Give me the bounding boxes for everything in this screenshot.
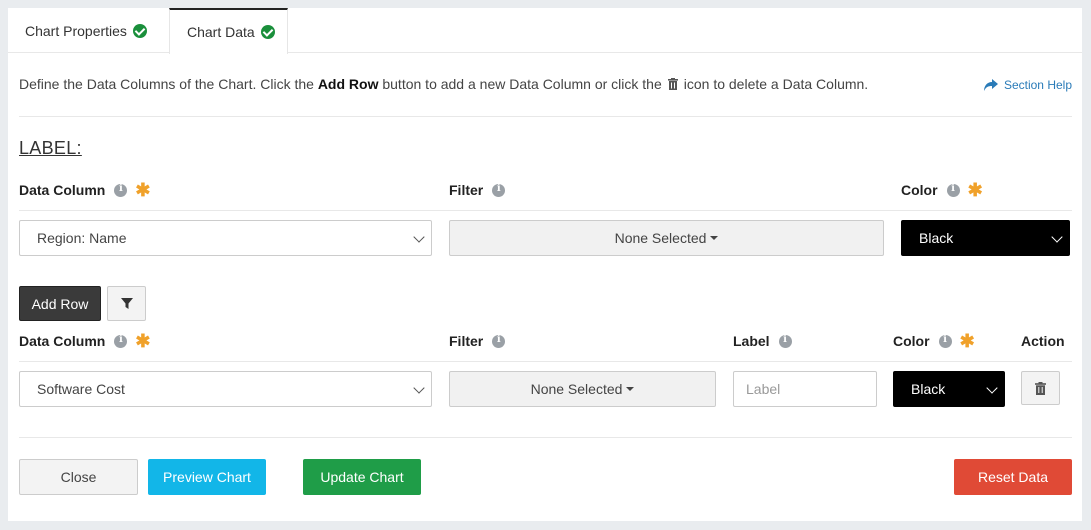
select-value: Region: Name — [37, 230, 127, 246]
close-button[interactable]: Close — [19, 459, 138, 495]
label-section-title: LABEL: — [19, 138, 82, 158]
label-data-column-select[interactable]: Region: Name — [19, 220, 432, 256]
info-icon[interactable] — [492, 183, 506, 197]
header-text: Color — [901, 182, 938, 198]
filter-button[interactable] — [107, 286, 146, 321]
info-icon[interactable] — [492, 334, 506, 348]
data-color-select[interactable]: Black — [893, 371, 1005, 407]
preview-chart-button[interactable]: Preview Chart — [148, 459, 266, 495]
data-label-header: Label — [733, 333, 792, 349]
data-filter-header: Filter — [449, 333, 506, 349]
required-asterisk-icon: ✱ — [135, 331, 151, 351]
data-filter-multiselect[interactable]: None Selected — [449, 371, 716, 407]
data-color-header: Color ✱ — [893, 331, 975, 351]
header-text: Action — [1021, 333, 1065, 349]
filter-icon — [120, 297, 133, 309]
intro-prefix: Define the Data Columns of the Chart. Cl… — [19, 76, 314, 92]
caret-down-icon — [710, 236, 719, 240]
required-asterisk-icon: ✱ — [135, 180, 151, 200]
trash-icon — [667, 78, 678, 90]
multiselect-value: None Selected — [530, 381, 623, 397]
divider — [19, 116, 1072, 117]
divider — [19, 361, 1072, 362]
required-asterisk-icon: ✱ — [959, 331, 975, 351]
tab-chart-properties[interactable]: Chart Properties — [8, 8, 169, 53]
tab-chart-data[interactable]: Chart Data — [169, 8, 288, 54]
chevron-down-icon — [986, 382, 998, 394]
info-icon[interactable] — [778, 334, 792, 348]
intro-suffix: icon to delete a Data Column. — [683, 76, 869, 92]
divider — [19, 437, 1072, 438]
label-input[interactable] — [733, 371, 877, 407]
intro-bold: Add Row — [317, 76, 379, 92]
select-value: Software Cost — [37, 381, 125, 397]
header-text: Filter — [449, 182, 484, 198]
tab-label: Chart Data — [187, 24, 255, 40]
data-column-header: Data Column ✱ — [19, 331, 151, 351]
check-circle-icon — [132, 23, 147, 38]
instructions-text: Define the Data Columns of the Chart. Cl… — [19, 76, 868, 92]
chevron-down-icon — [413, 382, 425, 394]
trash-icon — [1035, 381, 1046, 395]
intro-middle: button to add a new Data Column or click… — [382, 76, 662, 92]
select-value: Black — [919, 230, 954, 246]
section-help-link[interactable]: Section Help — [983, 78, 1072, 92]
reset-data-button[interactable]: Reset Data — [954, 459, 1072, 495]
header-text: Color — [893, 333, 930, 349]
delete-row-button[interactable] — [1021, 371, 1060, 405]
caret-down-icon — [626, 387, 635, 391]
data-action-header: Action — [1021, 333, 1065, 349]
label-filter-header: Filter — [449, 182, 506, 198]
header-text: Data Column — [19, 333, 106, 349]
section-help-label: Section Help — [1003, 78, 1072, 92]
info-icon[interactable] — [938, 334, 952, 348]
chevron-down-icon — [1051, 231, 1063, 243]
chevron-down-icon — [413, 231, 425, 243]
required-asterisk-icon: ✱ — [967, 180, 983, 200]
label-color-header: Color ✱ — [901, 180, 983, 200]
update-chart-button[interactable]: Update Chart — [303, 459, 421, 495]
label-data-column-header: Data Column ✱ — [19, 180, 151, 200]
chart-data-panel: Chart Properties Chart Data Define the D… — [8, 8, 1082, 521]
data-column-select[interactable]: Software Cost — [19, 371, 432, 407]
multiselect-value: None Selected — [614, 230, 707, 246]
add-row-button[interactable]: Add Row — [19, 286, 101, 321]
header-text: Filter — [449, 333, 484, 349]
info-icon[interactable] — [946, 183, 960, 197]
select-value: Black — [911, 381, 946, 397]
label-filter-multiselect[interactable]: None Selected — [449, 220, 884, 256]
label-color-select[interactable]: Black — [901, 220, 1070, 256]
tab-bar: Chart Properties Chart Data — [8, 8, 1082, 54]
header-text: Data Column — [19, 182, 106, 198]
divider — [19, 210, 1072, 211]
header-text: Label — [733, 333, 770, 349]
tab-label: Chart Properties — [25, 22, 127, 39]
info-icon[interactable] — [114, 183, 128, 197]
share-arrow-icon — [983, 79, 998, 91]
info-icon[interactable] — [114, 334, 128, 348]
check-circle-icon — [260, 25, 275, 39]
